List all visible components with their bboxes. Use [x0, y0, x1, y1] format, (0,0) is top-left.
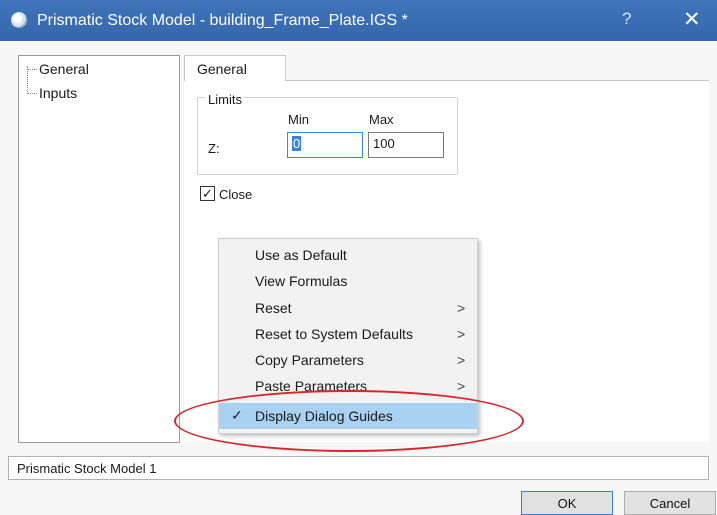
close-checkbox-label: Close — [219, 187, 253, 202]
z-max-value: 100 — [373, 136, 395, 151]
close-checkbox[interactable]: ✓ — [200, 186, 215, 201]
tree-connector-icon — [27, 93, 37, 94]
menu-item-label: Copy Parameters — [255, 352, 364, 368]
cancel-button[interactable]: Cancel — [624, 491, 716, 515]
menu-item-view-formulas[interactable]: View Formulas — [219, 268, 477, 294]
navigation-tree: General Inputs — [18, 55, 180, 443]
chevron-right-icon: > — [457, 300, 466, 316]
menu-item-use-as-default[interactable]: Use as Default — [219, 242, 477, 268]
tree-item-inputs[interactable]: Inputs — [39, 85, 77, 101]
z-min-value: 0 — [292, 136, 302, 151]
tree-item-general[interactable]: General — [39, 61, 89, 77]
chevron-right-icon: > — [457, 378, 466, 394]
app-icon — [11, 12, 27, 28]
menu-item-label: Reset — [255, 300, 292, 316]
window-title: Prismatic Stock Model - building_Frame_P… — [37, 12, 408, 29]
menu-item-label: Use as Default — [255, 247, 347, 263]
tree-connector-icon — [27, 66, 28, 94]
menu-item-label: Reset to System Defaults — [255, 326, 413, 342]
min-column-header: Min — [288, 112, 309, 127]
tab-general[interactable]: General — [184, 55, 286, 81]
title-bar: Prismatic Stock Model - building_Frame_P… — [0, 0, 717, 41]
model-name-field[interactable]: Prismatic Stock Model 1 — [8, 456, 709, 480]
menu-item-reset[interactable]: Reset > — [219, 295, 477, 321]
z-min-input[interactable]: 0 — [287, 132, 363, 158]
menu-item-copy-parameters[interactable]: Copy Parameters > — [219, 347, 477, 373]
chevron-right-icon: > — [457, 326, 466, 342]
chevron-right-icon: > — [457, 352, 466, 368]
ok-button[interactable]: OK — [521, 491, 613, 515]
z-max-input[interactable]: 100 — [368, 132, 444, 158]
max-column-header: Max — [369, 112, 394, 127]
z-label: Z: — [208, 141, 220, 156]
menu-item-reset-to-system-defaults[interactable]: Reset to System Defaults > — [219, 321, 477, 347]
highlight-annotation-ellipse — [174, 390, 524, 452]
menu-item-label: View Formulas — [255, 273, 348, 289]
limits-group-label: Limits — [206, 92, 244, 107]
tree-connector-icon — [27, 69, 37, 70]
close-icon[interactable]: ✕ — [683, 7, 701, 32]
help-button[interactable]: ? — [622, 9, 631, 29]
